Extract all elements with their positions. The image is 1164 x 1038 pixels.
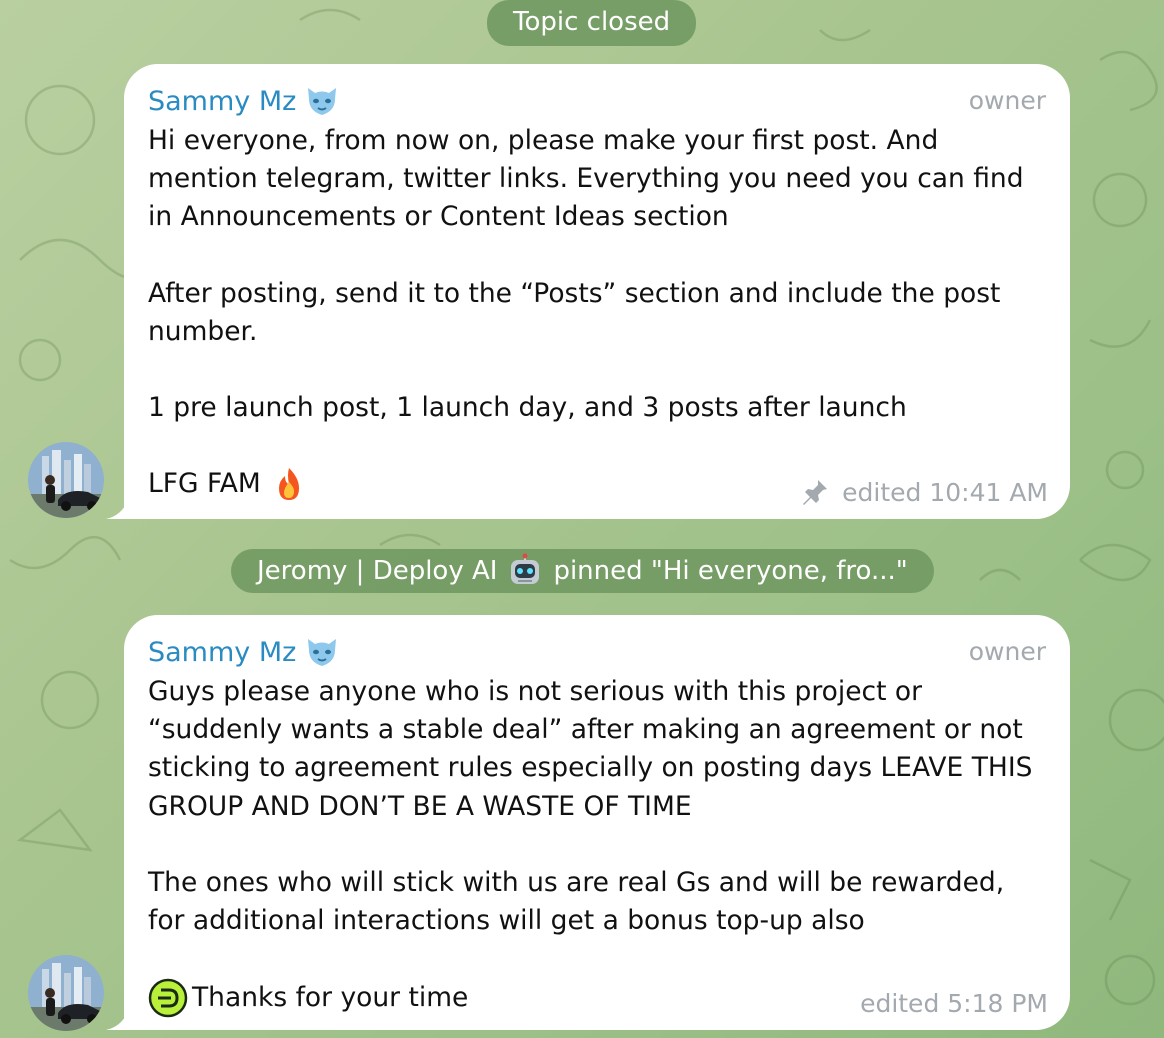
pinned-message-notice[interactable]: Jeromy | Deploy AI pinned "Hi everyone, … <box>231 549 934 593</box>
member-role-badge: owner <box>968 637 1046 666</box>
pin-notice-text: pinned "Hi everyone, fro..." <box>553 556 908 586</box>
robot-emoji-icon <box>511 553 540 584</box>
message-paragraph-text: Thanks for your time <box>192 982 469 1014</box>
avatar[interactable] <box>28 955 104 1031</box>
message-paragraph: Hi everyone, from now on, please make yo… <box>148 125 1032 233</box>
pin-actor-name: Jeromy | Deploy AI <box>257 556 498 586</box>
message-meta: edited 10:41 AM <box>800 477 1048 507</box>
bubble-tail <box>106 495 130 519</box>
message-paragraph: 1 pre launch post, 1 launch day, and 3 p… <box>148 392 907 424</box>
message-text: Hi everyone, from now on, please make yo… <box>148 122 1046 503</box>
pin-icon <box>803 480 828 505</box>
deploy-logo-emoji-icon <box>148 978 188 1018</box>
topic-closed-notice: Topic closed <box>487 0 697 46</box>
message-paragraph: After posting, send it to the “Posts” se… <box>148 277 1009 347</box>
topic-closed-text: Topic closed <box>513 7 671 37</box>
avatar[interactable] <box>28 442 104 518</box>
fire-emoji-icon <box>278 468 299 501</box>
panther-emoji-icon <box>308 639 337 666</box>
message-text: Guys please anyone who is not serious wi… <box>148 673 1046 1018</box>
message-bubble[interactable]: Sammy Mz owner Guys please anyone who is… <box>106 615 1070 1030</box>
sender-name[interactable]: Sammy Mz <box>148 84 340 118</box>
message-timestamp: edited 10:41 AM <box>842 477 1048 507</box>
sender-name[interactable]: Sammy Mz <box>148 635 340 669</box>
message-paragraph-text: LFG FAM <box>148 468 261 500</box>
member-role-badge: owner <box>968 86 1046 115</box>
message-meta: edited 5:18 PM <box>860 989 1048 1018</box>
message-paragraph: The ones who will stick with us are real… <box>148 866 1013 937</box>
message-paragraph: Guys please anyone who is not serious wi… <box>148 676 1041 822</box>
bubble-tail <box>106 1006 130 1030</box>
sender-name-text: Sammy Mz <box>148 636 297 668</box>
sender-name-text: Sammy Mz <box>148 85 297 117</box>
panther-emoji-icon <box>308 88 337 115</box>
message-timestamp: edited 5:18 PM <box>860 989 1048 1018</box>
message-bubble[interactable]: Sammy Mz owner Hi everyone, from now on,… <box>106 64 1070 519</box>
